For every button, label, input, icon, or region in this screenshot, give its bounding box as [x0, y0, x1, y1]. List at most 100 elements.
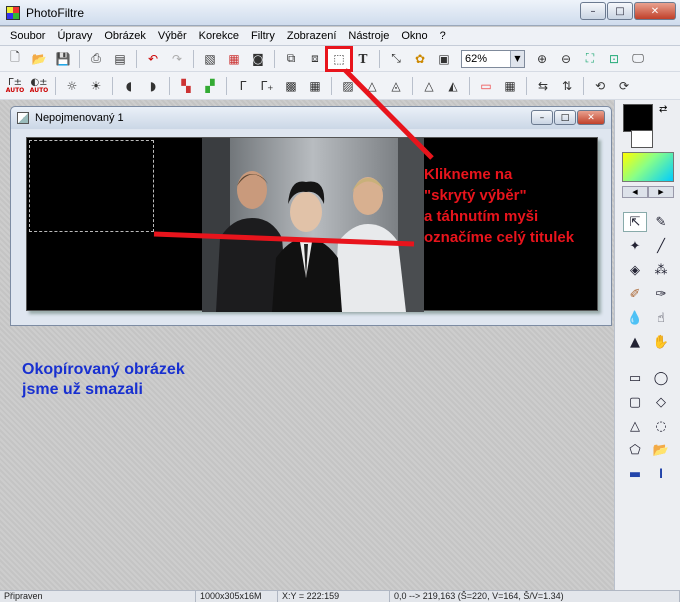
sharpen-icon[interactable]: △	[361, 76, 383, 96]
minimize-button[interactable]: –	[580, 2, 606, 20]
background-color[interactable]	[631, 130, 653, 148]
mask-icon[interactable]: ◙	[247, 49, 269, 69]
brush-icon[interactable]: ✐	[623, 284, 647, 304]
menu-soubor[interactable]: Soubor	[4, 30, 51, 42]
brightness-minus-icon[interactable]: ☼	[61, 76, 83, 96]
zoom-value: 62%	[465, 52, 488, 65]
filter-pattern-icon[interactable]: ▨	[337, 76, 359, 96]
brightness-plus-icon[interactable]: ☀	[85, 76, 107, 96]
save-icon[interactable]: 💾	[52, 49, 74, 69]
menu-okno[interactable]: Okno	[395, 30, 433, 42]
scan-icon[interactable]: ▤	[109, 49, 131, 69]
arrow-right-icon[interactable]: ▶	[648, 186, 674, 198]
advanced-brush-icon[interactable]: ✑	[649, 284, 673, 304]
gamma-plus-icon[interactable]: Γ₊	[256, 76, 278, 96]
hide-selection-icon[interactable]: ⬚	[325, 45, 353, 72]
tools-panel: ⇄ ◀ ▶ ⇱ ✎ ✦ ╱ ◈ ⁂ ✐ ✑ 💧 ☝ ▲ ✋ ▭ ◯ ▢ ◇ △ …	[614, 100, 680, 590]
diamond-icon[interactable]: ◇	[649, 392, 673, 412]
polygon-icon[interactable]: ⬠	[623, 440, 647, 460]
zoom-out-icon[interactable]: ⊖	[555, 49, 577, 69]
hand-icon[interactable]: ✋	[649, 332, 673, 352]
menu-obrazek[interactable]: Obrázek	[98, 30, 152, 42]
text-tool-icon[interactable]: T	[352, 49, 374, 69]
menu-nastroje[interactable]: Nástroje	[342, 30, 395, 42]
fullscreen-icon[interactable]: 🖵	[627, 49, 649, 69]
arrow-left-icon[interactable]: ◀	[622, 186, 648, 198]
triangle-icon[interactable]: △	[623, 416, 647, 436]
menu-filtry[interactable]: Filtry	[245, 30, 281, 42]
blur-icon[interactable]: ◬	[385, 76, 407, 96]
text-cursor-icon[interactable]: 𝐈	[649, 464, 673, 484]
gradient-icon[interactable]: ▭	[475, 76, 497, 96]
undo-icon[interactable]: ↶	[142, 49, 164, 69]
open-shape-icon[interactable]: 📂	[649, 440, 673, 460]
selection-marquee	[29, 140, 154, 232]
auto-contrast-icon[interactable]: ◐± AUTO	[28, 76, 50, 96]
line-tool-icon[interactable]: ╱	[649, 236, 673, 256]
color-palette-icon[interactable]: ▦	[223, 49, 245, 69]
lasso-icon[interactable]: ◌	[649, 416, 673, 436]
soften-icon[interactable]: △	[418, 76, 440, 96]
contrast-plus-icon[interactable]: ◗	[142, 76, 164, 96]
zoom-select[interactable]: 62% ▼	[461, 49, 525, 68]
flip-vertical-icon[interactable]: ⇅	[556, 76, 578, 96]
fill-bucket-icon[interactable]: ◈	[623, 260, 647, 280]
actual-size-icon[interactable]: ⛶	[579, 49, 601, 69]
maximize-button[interactable]: □	[607, 2, 633, 20]
saturation-plus-icon[interactable]: ▞	[199, 76, 221, 96]
menu-upravy[interactable]: Úpravy	[51, 30, 98, 42]
doc-minimize-button[interactable]: –	[531, 110, 553, 125]
saturation-minus-icon[interactable]: ▚	[175, 76, 197, 96]
new-file-icon[interactable]: 🗋	[4, 49, 26, 69]
ellipse-icon[interactable]: ◯	[649, 368, 673, 388]
close-button[interactable]: ✕	[634, 2, 676, 20]
auto-levels-icon[interactable]: Γ± AUTO	[4, 76, 26, 96]
grid-icon[interactable]: ▦	[304, 76, 326, 96]
color-selector[interactable]: ⇄	[623, 104, 673, 148]
water-drop-icon[interactable]: ◭	[442, 76, 464, 96]
chevron-down-icon[interactable]: ▼	[510, 50, 524, 67]
smudge-icon[interactable]: ☝	[649, 308, 673, 328]
zoom-in-icon[interactable]: ⊕	[531, 49, 553, 69]
selection-tool-icon[interactable]: ⇱	[623, 212, 647, 232]
flip-horizontal-icon[interactable]: ⇆	[532, 76, 554, 96]
doc-close-button[interactable]: ✕	[577, 110, 605, 125]
toolbar-separator	[331, 76, 332, 95]
texture-icon[interactable]: ▦	[499, 76, 521, 96]
document-titlebar[interactable]: Nepojmenovaný 1 – □ ✕	[11, 107, 611, 129]
menu-zobrazeni[interactable]: Zobrazení	[281, 30, 343, 42]
print-icon[interactable]: ⎙	[85, 49, 107, 69]
dither-icon[interactable]: ▩	[280, 76, 302, 96]
swap-colors-icon[interactable]: ⇄	[659, 104, 667, 115]
copy-selection-icon[interactable]: ⧉	[280, 49, 302, 69]
clone-stamp-icon[interactable]: ▲	[623, 332, 647, 352]
redo-icon[interactable]: ↷	[166, 49, 188, 69]
spray-icon[interactable]: ⁂	[649, 260, 673, 280]
grayscale-icon[interactable]: ▧	[199, 49, 221, 69]
doc-maximize-button[interactable]: □	[554, 110, 576, 125]
menu-help[interactable]: ?	[434, 30, 452, 42]
gradient-preview[interactable]	[622, 152, 674, 182]
rotate-right-icon[interactable]: ⟳	[613, 76, 635, 96]
paste-selection-icon[interactable]: ⧈	[304, 49, 326, 69]
open-folder-icon[interactable]: 📂	[28, 49, 50, 69]
toolbar-separator	[79, 49, 80, 68]
transform-icon[interactable]: ⤡	[385, 49, 407, 69]
explorer-icon[interactable]: ▣	[433, 49, 455, 69]
eyedropper-icon[interactable]: ✎	[649, 212, 673, 232]
menu-vyber[interactable]: Výběr	[152, 30, 193, 42]
app-title: PhotoFiltre	[26, 6, 85, 20]
rotate-left-icon[interactable]: ⟲	[589, 76, 611, 96]
plugin-icon[interactable]: ✿	[409, 49, 431, 69]
contrast-minus-icon[interactable]: ◖	[118, 76, 140, 96]
select-all-icon[interactable]: ▬	[623, 464, 647, 484]
rounded-rect-icon[interactable]: ▢	[623, 392, 647, 412]
fit-window-icon[interactable]: ⊡	[603, 49, 625, 69]
tool-spacer	[623, 356, 673, 364]
blur-drop-icon[interactable]: 💧	[623, 308, 647, 328]
magic-wand-icon[interactable]: ✦	[623, 236, 647, 256]
gamma-minus-icon[interactable]: Γ	[232, 76, 254, 96]
menu-korekce[interactable]: Korekce	[193, 30, 245, 42]
foreground-color[interactable]	[623, 104, 653, 132]
rectangle-icon[interactable]: ▭	[623, 368, 647, 388]
